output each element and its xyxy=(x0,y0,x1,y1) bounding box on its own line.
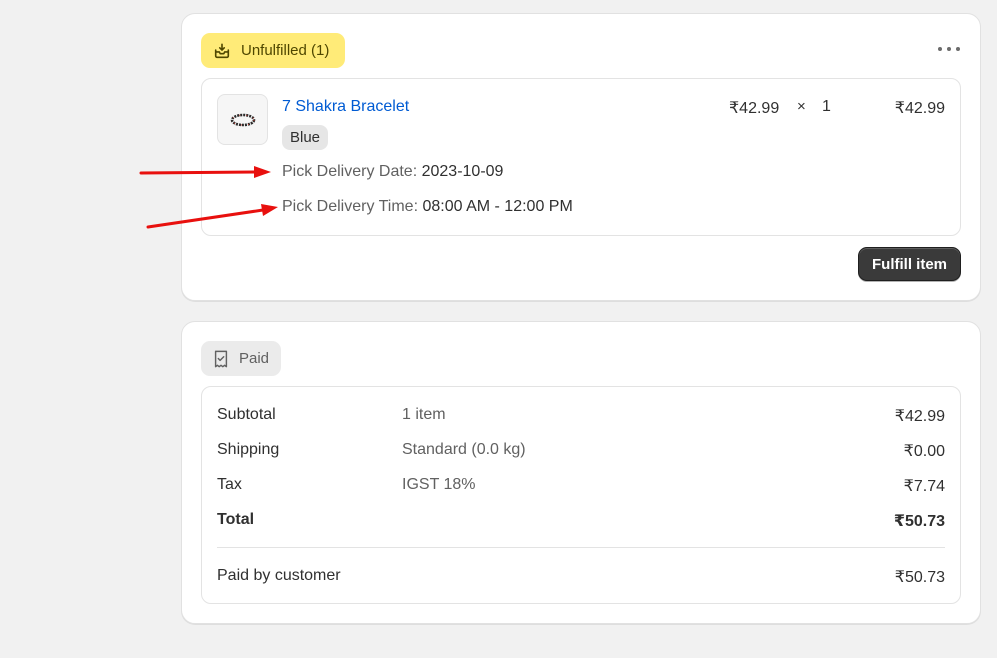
property-key: Pick Delivery Time: xyxy=(282,198,419,215)
quantity: 1 xyxy=(822,98,831,115)
property-delivery-time: Pick Delivery Time: 08:00 AM - 12:00 PM xyxy=(282,198,573,216)
paid-badge-label: Paid xyxy=(239,350,270,367)
unfulfilled-badge: Unfulfilled (1) xyxy=(201,33,345,68)
summary-row-shipping: Shipping Standard (0.0 kg) ₹0.00 xyxy=(217,441,945,461)
property-delivery-date: Pick Delivery Date: 2023-10-09 xyxy=(282,163,503,181)
payment-summary: Subtotal 1 item ₹42.99 Shipping Standard… xyxy=(201,386,961,604)
more-actions-button[interactable] xyxy=(938,38,960,60)
property-value: 08:00 AM - 12:00 PM xyxy=(422,198,573,215)
summary-amount: ₹7.74 xyxy=(903,478,945,495)
summary-label: Paid by customer xyxy=(217,567,341,584)
summary-detail: IGST 18% xyxy=(402,476,476,493)
property-key: Pick Delivery Date: xyxy=(282,163,418,180)
fulfill-item-button[interactable]: Fulfill item xyxy=(858,247,961,281)
inbox-fulfill-icon xyxy=(214,42,230,58)
times-sign: × xyxy=(797,98,806,115)
summary-detail: Standard (0.0 kg) xyxy=(402,441,526,458)
summary-amount: ₹50.73 xyxy=(894,569,945,586)
unfulfilled-badge-label: Unfulfilled (1) xyxy=(241,42,330,59)
summary-label: Shipping xyxy=(217,441,280,458)
summary-amount: ₹50.73 xyxy=(893,513,945,530)
product-thumbnail[interactable] xyxy=(217,94,268,145)
summary-amount: ₹0.00 xyxy=(903,443,945,460)
summary-label: Subtotal xyxy=(217,406,276,423)
unit-price: ₹42.99 xyxy=(729,100,780,117)
summary-row-subtotal: Subtotal 1 item ₹42.99 xyxy=(217,406,945,426)
summary-row-total: Total ₹50.73 xyxy=(217,511,945,531)
summary-detail: 1 item xyxy=(402,406,446,423)
summary-divider xyxy=(217,547,945,548)
product-title-link[interactable]: 7 Shakra Bracelet xyxy=(282,98,409,116)
variant-badge: Blue xyxy=(282,125,329,150)
summary-label: Total xyxy=(217,511,255,528)
property-value: 2023-10-09 xyxy=(421,163,504,180)
line-item-container: 7 Shakra Bracelet Blue Pick Delivery Dat… xyxy=(201,78,961,236)
fulfillment-card: Unfulfilled (1) 7 Shakra Bracelet Blue P… xyxy=(181,13,981,301)
bracelet-image xyxy=(230,113,255,126)
line-total: ₹42.99 xyxy=(894,100,945,117)
paid-badge: Paid xyxy=(201,341,281,376)
summary-amount: ₹42.99 xyxy=(894,408,945,425)
ellipsis-horizontal-icon xyxy=(938,47,942,51)
summary-row-tax: Tax IGST 18% ₹7.74 xyxy=(217,476,945,496)
payment-card: Paid Subtotal 1 item ₹42.99 Shipping Sta… xyxy=(181,321,981,624)
receipt-check-icon xyxy=(214,350,228,367)
summary-row-paid-by-customer: Paid by customer ₹50.73 xyxy=(217,567,945,587)
summary-label: Tax xyxy=(217,476,242,493)
